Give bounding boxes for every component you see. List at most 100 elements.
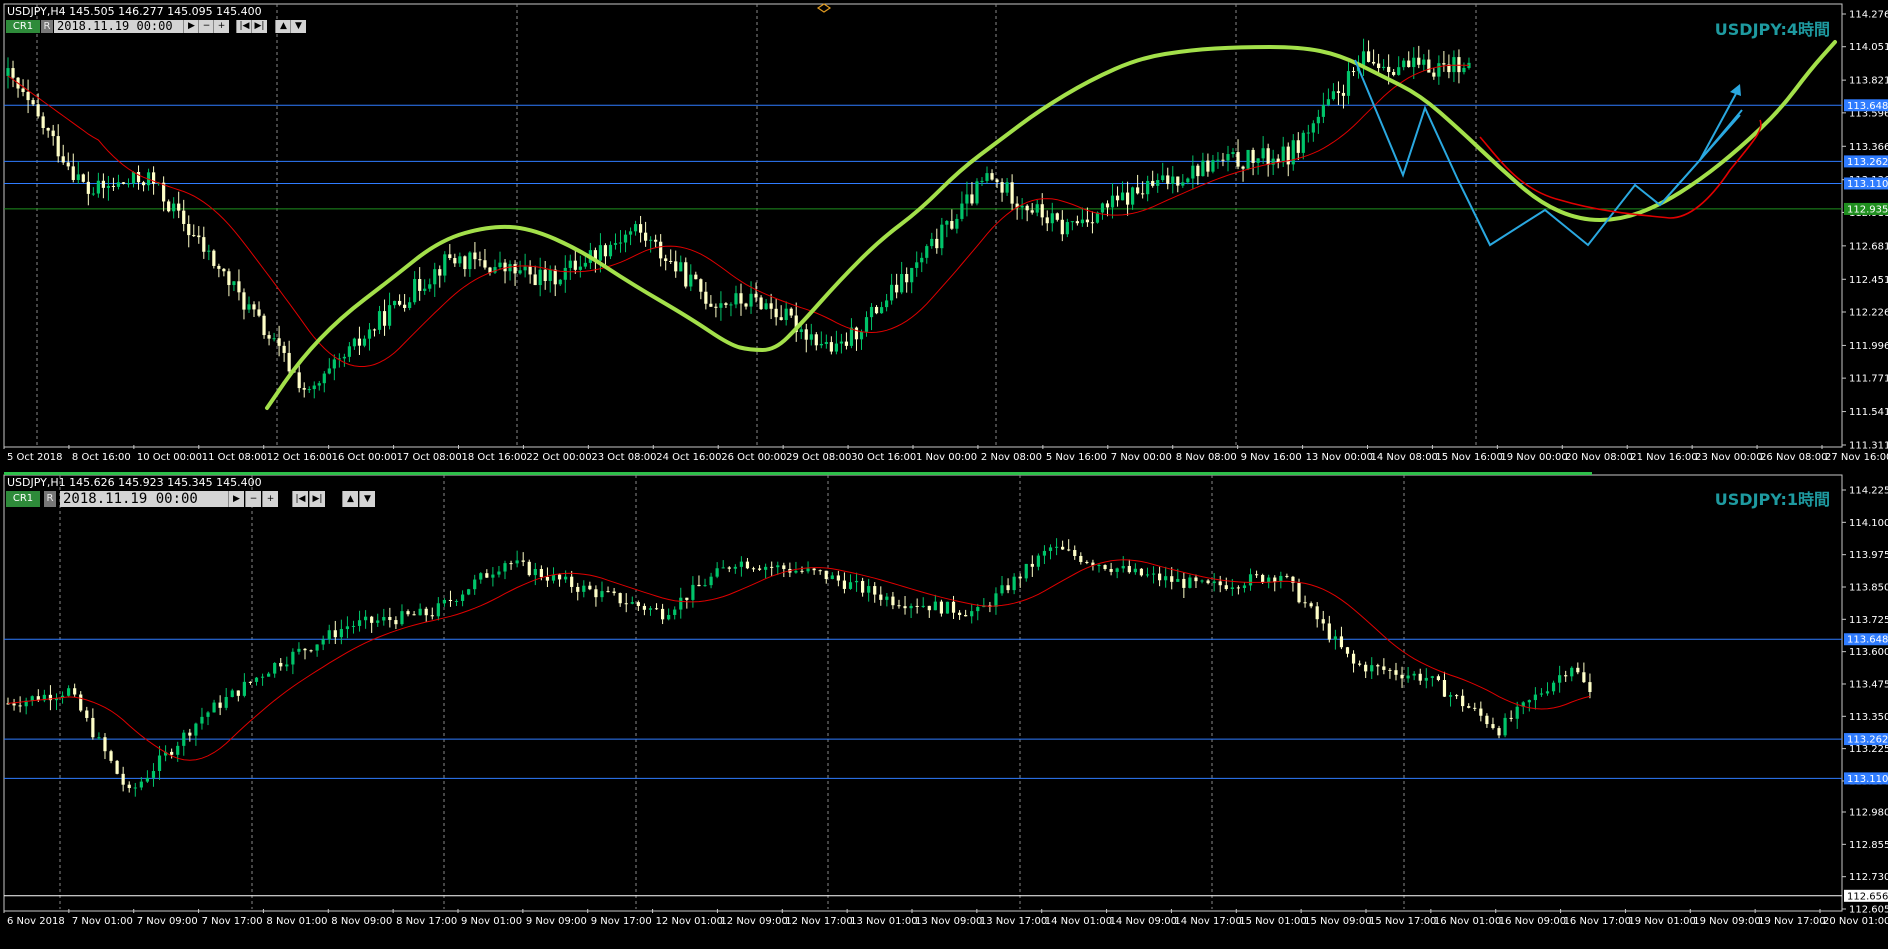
- bottom-candle-body: [473, 579, 477, 590]
- top-candle-body: [131, 172, 136, 184]
- bottom-up-button[interactable]: ▲: [342, 491, 358, 507]
- bottom-candle-body: [18, 705, 22, 707]
- top-first-button[interactable]: |◀: [236, 20, 252, 33]
- bottom-candle: [830, 572, 834, 580]
- bottom-first-button[interactable]: |◀: [292, 491, 308, 507]
- bottom-candle-body: [642, 605, 647, 610]
- bottom-candle: [1170, 567, 1174, 590]
- bottom-ytick-label-8: 113.225: [1849, 744, 1888, 755]
- bottom-candle-body: [230, 690, 234, 697]
- bottom-ytick-label-3: 113.850: [1849, 582, 1888, 593]
- top-candle-body: [749, 293, 753, 307]
- top-candle-body: [834, 343, 838, 352]
- top-candle-body: [247, 304, 251, 310]
- top-candle: [342, 353, 346, 367]
- bottom-candles: [6, 538, 1592, 797]
- top-candle-body: [1055, 213, 1059, 220]
- bottom-candle: [1515, 701, 1519, 729]
- top-candle: [247, 296, 251, 314]
- top-candle: [11, 60, 15, 88]
- top-candle-body: [1351, 71, 1356, 73]
- top-candle: [61, 144, 65, 165]
- top-candle: [1055, 212, 1059, 222]
- top-candle: [849, 318, 854, 349]
- top-candle: [41, 112, 45, 135]
- bottom-candle-body: [279, 662, 283, 667]
- bottom-candle: [230, 688, 234, 698]
- bottom-candle-body: [1442, 679, 1447, 697]
- top-candle-body: [282, 345, 286, 353]
- top-candle-body: [920, 257, 924, 263]
- bottom-candle-body: [1000, 585, 1004, 594]
- top-candle-body: [1221, 159, 1225, 161]
- top-candle: [1115, 186, 1120, 207]
- bottom-candle-body: [188, 732, 192, 736]
- top-candle-body: [6, 68, 10, 76]
- top-candle-body: [307, 389, 311, 391]
- top-plus-button[interactable]: +: [213, 20, 229, 33]
- bottom-candle-body: [151, 771, 156, 778]
- top-candle-body: [1417, 57, 1421, 65]
- top-candle: [488, 266, 492, 276]
- top-candle: [694, 271, 698, 280]
- top-candle: [950, 209, 954, 230]
- top-date-field[interactable]: 2018.11.19 00:00: [54, 20, 183, 33]
- bottom-candle-body: [218, 702, 222, 708]
- top-candle-body: [1432, 72, 1436, 77]
- top-candle: [473, 242, 477, 270]
- top-cr-button[interactable]: CR1: [6, 20, 40, 33]
- top-minus-button[interactable]: −: [198, 20, 214, 33]
- bottom-candle: [115, 759, 119, 775]
- top-r-button[interactable]: R: [41, 20, 53, 33]
- top-candle-body: [126, 183, 131, 185]
- top-candle-body: [689, 274, 693, 287]
- top-candle-body: [1331, 91, 1336, 100]
- bottom-date-field[interactable]: 2018.11.19 00:00: [60, 491, 229, 507]
- bottom-candle: [836, 570, 840, 587]
- top-candle-body: [327, 368, 331, 374]
- bottom-candle-body: [1558, 675, 1562, 683]
- top-candle-body: [1191, 165, 1195, 179]
- bottom-cr-button[interactable]: CR1: [6, 491, 40, 507]
- bottom-candle: [1224, 577, 1228, 591]
- bottom-candle: [309, 649, 313, 653]
- bottom-candle-body: [1345, 647, 1350, 654]
- bottom-down-button[interactable]: ▼: [359, 491, 375, 507]
- top-candle-body: [995, 179, 999, 183]
- top-candle-body: [71, 166, 75, 180]
- top-candle-body: [1397, 67, 1401, 75]
- top-down-button[interactable]: ▼: [290, 20, 306, 33]
- bottom-candle-body: [764, 566, 768, 570]
- bottom-last-button[interactable]: ▶|: [309, 491, 325, 507]
- top-xtick-label-23: 19 Nov 00:00: [1500, 452, 1567, 463]
- bottom-r-button[interactable]: R: [44, 491, 56, 507]
- bottom-candle: [564, 570, 568, 583]
- bottom-plus-button[interactable]: +: [262, 491, 278, 507]
- bottom-candle: [1236, 585, 1240, 595]
- bottom-candle: [1442, 671, 1447, 697]
- top-play-button[interactable]: ▶: [183, 20, 199, 33]
- top-candle: [398, 294, 402, 307]
- top-last-button[interactable]: ▶|: [251, 20, 267, 33]
- top-candle-body: [418, 279, 422, 291]
- top-candle-body: [719, 303, 723, 308]
- bottom-candle-body: [357, 620, 362, 626]
- bottom-candle: [170, 748, 174, 759]
- top-candle: [1090, 211, 1095, 234]
- top-candle: [126, 178, 131, 188]
- bottom-candle: [1042, 545, 1047, 565]
- top-up-button[interactable]: ▲: [275, 20, 291, 33]
- top-candle: [362, 335, 367, 348]
- bottom-candle-body: [685, 597, 689, 600]
- bottom-minus-button[interactable]: −: [245, 491, 261, 507]
- top-candle-body: [473, 252, 477, 260]
- bottom-candle: [1351, 650, 1356, 673]
- bottom-candle-body: [200, 716, 204, 724]
- bottom-candle: [48, 685, 53, 711]
- top-xtick-label-1: 8 Oct 16:00: [72, 452, 131, 463]
- bottom-candle: [1358, 660, 1362, 667]
- bottom-candle: [279, 658, 283, 671]
- top-candle: [824, 334, 828, 349]
- bottom-play-button[interactable]: ▶: [228, 491, 244, 507]
- top-candle-body: [558, 279, 562, 285]
